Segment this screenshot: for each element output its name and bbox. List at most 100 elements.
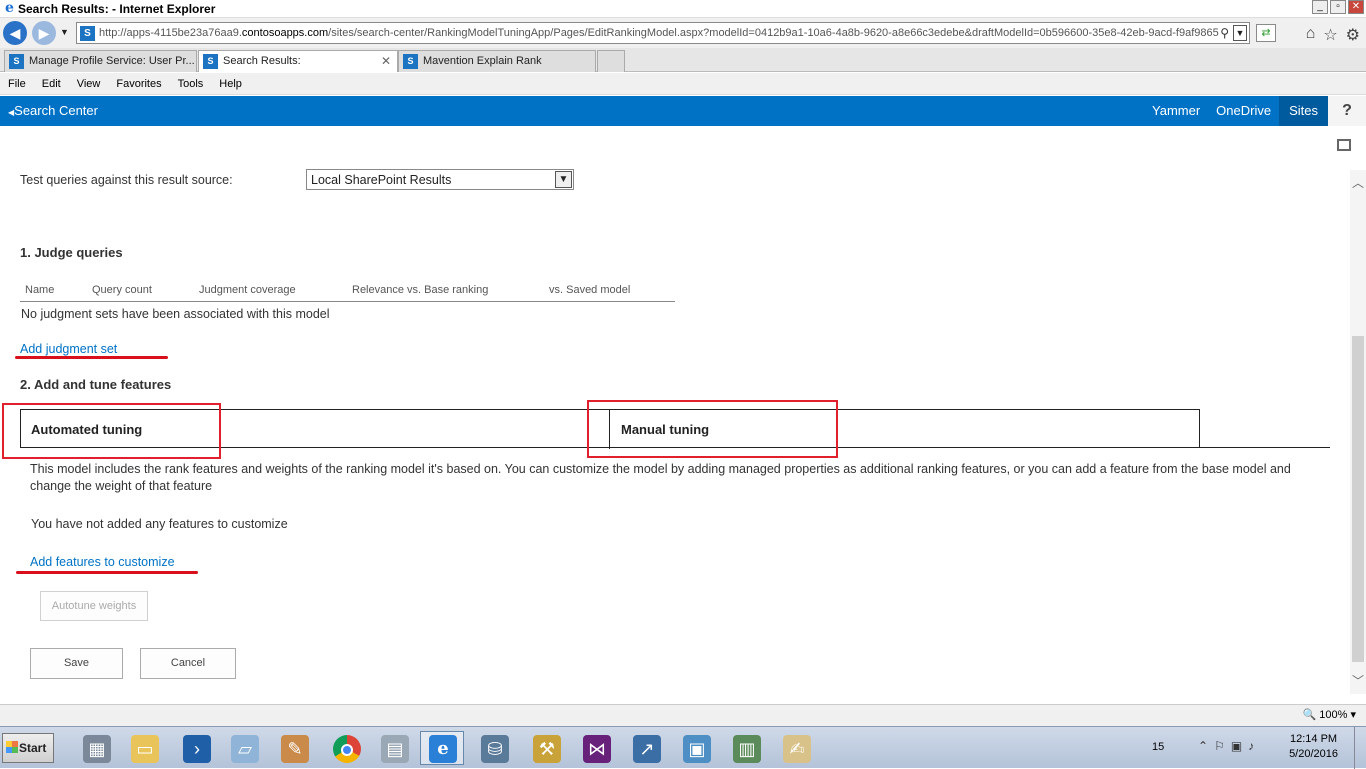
tab-label: Mavention Explain Rank xyxy=(423,55,542,67)
vertical-scrollbar[interactable]: ︿ ﹀ xyxy=(1350,170,1366,694)
history-dropdown-icon[interactable]: ▼ xyxy=(60,27,69,37)
zoom-level: 100% xyxy=(1319,709,1348,721)
minimize-button[interactable]: _ xyxy=(1312,0,1328,14)
volume-muted-icon[interactable]: ♪ xyxy=(1248,739,1260,753)
notepad-icon[interactable]: ▱ xyxy=(222,731,266,765)
result-source-value: Local SharePoint Results xyxy=(311,173,452,187)
home-icon[interactable]: ⌂ xyxy=(1306,25,1316,45)
show-desktop-button[interactable] xyxy=(1354,727,1366,769)
test-queries-label: Test queries against this result source: xyxy=(20,173,233,187)
sharepoint-tab-icon: S xyxy=(403,54,418,69)
scroll-down-icon[interactable]: ﹀ xyxy=(1350,672,1366,688)
add-tune-features-heading: 2. Add and tune features xyxy=(20,377,172,392)
tools-icon[interactable]: ⚒ xyxy=(524,731,568,765)
chevron-down-icon[interactable]: ▼ xyxy=(555,171,572,188)
tab-label: Manage Profile Service: User Pr... xyxy=(29,55,195,67)
result-source-select[interactable]: Local SharePoint Results ▼ xyxy=(306,169,574,190)
menu-tools[interactable]: Tools xyxy=(178,73,204,94)
window-title: Search Results: - Internet Explorer xyxy=(18,2,216,16)
menu-edit[interactable]: Edit xyxy=(42,73,61,94)
sharepoint-shell-icon[interactable]: ↗ xyxy=(624,731,668,765)
menu-view[interactable]: View xyxy=(77,73,101,94)
judge-queries-heading: 1. Judge queries xyxy=(20,245,123,260)
toolbar-icons: ⌂ ☆ ⚙ xyxy=(1306,25,1360,45)
model-description: This model includes the rank features an… xyxy=(30,462,1291,493)
chevron-down-icon: ▾ xyxy=(1350,709,1356,721)
menu-file[interactable]: File xyxy=(8,73,26,94)
maximize-button[interactable]: ▫ xyxy=(1330,0,1346,14)
col-saved-model: vs. Saved model xyxy=(549,284,631,296)
col-judgment-coverage: Judgment coverage xyxy=(199,284,296,296)
scroll-thumb[interactable] xyxy=(1352,336,1364,662)
internet-explorer-icon[interactable]: e xyxy=(420,731,464,765)
url-field[interactable]: S http://apps-4115be23a76aa9.contosoapps… xyxy=(76,22,1250,44)
file-explorer-icon[interactable]: ▭ xyxy=(122,731,166,765)
windows-flag-icon xyxy=(6,741,18,753)
back-to-search-center-link[interactable]: ◀Search Center xyxy=(8,103,98,118)
sharepoint-tab-icon: S xyxy=(9,54,24,69)
new-tab-button[interactable] xyxy=(597,50,625,72)
autotune-weights-button[interactable]: Autotune weights xyxy=(40,591,148,621)
tab-manage-profile[interactable]: S Manage Profile Service: User Pr... xyxy=(4,50,197,72)
compatibility-view-icon[interactable]: ⇄ xyxy=(1256,24,1276,42)
network-icon[interactable]: ▣ xyxy=(1231,739,1248,753)
start-label: Start xyxy=(19,741,47,755)
add-features-link[interactable]: Add features to customize xyxy=(30,555,175,569)
cancel-button[interactable]: Cancel xyxy=(140,648,236,679)
calculator-icon[interactable]: ▤ xyxy=(372,731,416,765)
scroll-up-icon[interactable]: ︿ xyxy=(1350,174,1366,190)
server-manager-icon[interactable]: ▦ xyxy=(74,731,118,765)
zoom-control[interactable]: 🔍 100% ▾ xyxy=(1303,708,1357,721)
favorites-star-icon[interactable]: ☆ xyxy=(1323,25,1337,45)
back-button[interactable]: ◀ xyxy=(3,21,27,45)
tab-mavention[interactable]: S Mavention Explain Rank xyxy=(398,50,596,72)
highlight-underline xyxy=(16,571,198,574)
url-dropdown-icon[interactable]: ▼ xyxy=(1233,25,1247,41)
clock[interactable]: 12:14 PM 5/20/2016 xyxy=(1289,732,1338,762)
window-icon[interactable]: ▥ xyxy=(724,731,768,765)
title-bar: e Search Results: - Internet Explorer _ … xyxy=(0,0,1366,18)
visual-studio-icon[interactable]: ⋈ xyxy=(574,731,618,765)
sql-management-icon[interactable]: ⛁ xyxy=(472,731,516,765)
focus-on-content-icon[interactable] xyxy=(1337,139,1351,151)
sharepoint-tab-icon: S xyxy=(203,54,218,69)
help-icon[interactable]: ? xyxy=(1328,96,1366,126)
sites-link[interactable]: Sites xyxy=(1279,96,1328,126)
add-judgment-set-link[interactable]: Add judgment set xyxy=(20,342,117,356)
highlight-box-automated xyxy=(2,403,221,459)
chrome-icon[interactable] xyxy=(324,731,368,765)
search-center-label: Search Center xyxy=(14,103,98,118)
search-icon[interactable]: ⚲ xyxy=(1220,26,1229,40)
flag-icon[interactable]: ⚐ xyxy=(1214,739,1231,753)
forward-button[interactable]: ▶ xyxy=(32,21,56,45)
status-bar: 🔍 100% ▾ xyxy=(0,704,1366,726)
tab-search-results[interactable]: S Search Results: ✕ xyxy=(198,50,398,72)
menu-bar: File Edit View Favorites Tools Help xyxy=(0,73,1366,95)
taskbar: Start ▦ ▭ › ▱ ✎ ▤ e ⛁ ⚒ ⋈ ↗ ▣ ▥ ✍ 15 ⌃⚐▣… xyxy=(0,726,1366,769)
gear-icon[interactable]: ⚙ xyxy=(1346,25,1360,45)
tray-icons: ⌃⚐▣♪ xyxy=(1198,739,1260,753)
save-button[interactable]: Save xyxy=(30,648,123,679)
chevron-up-icon[interactable]: ⌃ xyxy=(1198,739,1214,753)
close-tab-icon[interactable]: ✕ xyxy=(381,51,391,71)
ie-logo-icon: e xyxy=(5,0,14,16)
onedrive-link[interactable]: OneDrive xyxy=(1208,96,1279,126)
col-query-count: Query count xyxy=(92,284,152,296)
close-button[interactable]: ✕ xyxy=(1348,0,1364,14)
clock-date: 5/20/2016 xyxy=(1289,748,1338,760)
menu-favorites[interactable]: Favorites xyxy=(116,73,161,94)
table-divider xyxy=(20,301,675,302)
menu-help[interactable]: Help xyxy=(219,73,242,94)
remote-desktop-icon[interactable]: ▣ xyxy=(674,731,718,765)
col-relevance-base: Relevance vs. Base ranking xyxy=(352,284,489,296)
highlight-box-manual xyxy=(587,400,838,458)
sharepoint-favicon-icon: S xyxy=(80,26,95,41)
suite-bar: ◀Search Center Yammer OneDrive Sites ? xyxy=(0,96,1366,126)
start-button[interactable]: Start xyxy=(2,733,54,763)
powershell-icon[interactable]: › xyxy=(174,731,218,765)
highlight-underline xyxy=(15,356,168,359)
clock-time: 12:14 PM xyxy=(1289,733,1338,745)
yammer-link[interactable]: Yammer xyxy=(1144,96,1208,126)
wordpad-icon[interactable]: ✍ xyxy=(774,731,818,765)
paint-icon[interactable]: ✎ xyxy=(272,731,316,765)
